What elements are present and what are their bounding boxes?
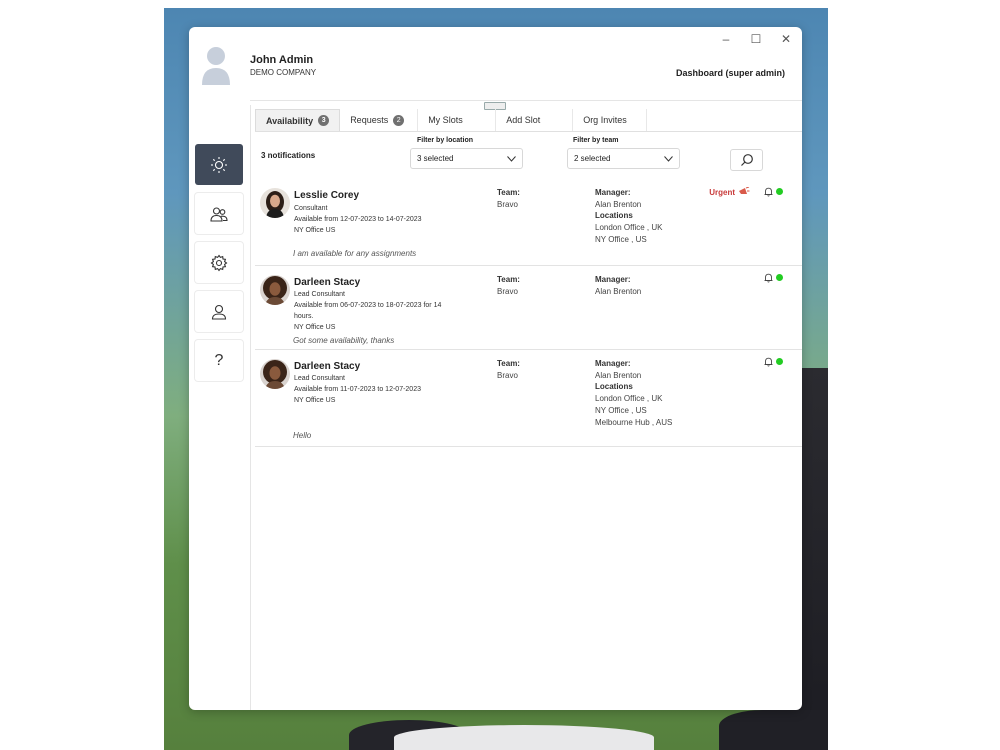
sun-icon [211, 156, 227, 173]
team-filter-dropdown[interactable]: 2 selected [567, 148, 680, 169]
location-filter-label: Filter by location [417, 137, 474, 144]
tab-label: Requests [350, 115, 389, 125]
tab-label: My Slots [428, 115, 463, 125]
search-button[interactable] [730, 149, 763, 171]
availability-range: hours. [294, 313, 314, 320]
availability-range: Available from 12-07-2023 to 14-07-2023 [294, 216, 422, 223]
close-button[interactable]: ✕ [778, 31, 794, 47]
chevron-down-icon [507, 155, 516, 162]
urgent-badge: Urgent [709, 187, 750, 197]
sidebar-item-users[interactable] [195, 193, 243, 234]
search-icon [740, 154, 753, 166]
person-name: Lesslie Corey [294, 190, 360, 201]
divider [255, 131, 802, 132]
location-item: NY Office , US [595, 235, 647, 244]
sidebar-item-settings[interactable] [195, 242, 243, 283]
tab-bar: Availability 3 Requests 2 My Slots Add S… [255, 109, 648, 131]
tab-label: Add Slot [506, 115, 541, 125]
sidebar: ? [195, 144, 243, 389]
window-controls: – ☐ ✕ [718, 31, 794, 47]
tab-requests[interactable]: Requests 2 [340, 109, 419, 131]
status-indicator [776, 188, 783, 195]
notifications-count: 3 notifications [261, 151, 316, 160]
manager-value: Alan Brenton [595, 287, 642, 296]
manager-label: Manager: [595, 275, 631, 284]
avatar [260, 188, 290, 218]
status-indicator [776, 358, 783, 365]
wallpaper-shape [719, 710, 828, 750]
gear-icon [210, 254, 228, 271]
team-filter-label: Filter by team [573, 137, 619, 144]
list-item[interactable]: Darleen Stacy Lead Consultant Available … [255, 266, 802, 350]
company-name: DEMO COMPANY [250, 68, 317, 77]
page-title: Dashboard (super admin) [675, 68, 785, 78]
locations-label: Locations [595, 382, 633, 391]
availability-note: Got some availability, thanks [293, 336, 395, 345]
bell-icon[interactable] [764, 357, 773, 367]
manager-label: Manager: [595, 188, 631, 197]
app-window: – ☐ ✕ John Admin DEMO COMPANY Dashboard … [189, 27, 802, 710]
sidebar-item-profile[interactable] [195, 291, 243, 332]
urgent-label: Urgent [709, 187, 735, 197]
divider [250, 100, 802, 101]
sidebar-item-help[interactable]: ? [195, 340, 243, 381]
manager-value: Alan Brenton [595, 200, 642, 209]
avatar [260, 275, 290, 305]
tab-availability[interactable]: Availability 3 [255, 109, 341, 131]
count-badge: 3 [318, 115, 330, 126]
office: NY Office US [294, 397, 336, 404]
availability-note: I am available for any assignments [293, 249, 417, 258]
tab-my-slots[interactable]: My Slots [418, 109, 497, 131]
team-value: Bravo [497, 200, 518, 209]
help-icon: ? [214, 351, 224, 369]
wallpaper-shape [394, 725, 654, 750]
maximize-button[interactable]: ☐ [748, 31, 764, 47]
office: NY Office US [294, 227, 336, 234]
manager-value: Alan Brenton [595, 371, 642, 380]
person-name: Darleen Stacy [294, 277, 361, 288]
bell-icon[interactable] [764, 187, 773, 197]
availability-range: Available from 06-07-2023 to 18-07-2023 … [294, 302, 442, 309]
office: NY Office US [294, 324, 336, 331]
status-indicator [776, 274, 783, 281]
team-value: Bravo [497, 287, 518, 296]
location-item: NY Office , US [595, 406, 647, 415]
manager-label: Manager: [595, 359, 631, 368]
location-item: London Office , UK [595, 223, 663, 232]
megaphone-icon [739, 187, 750, 194]
count-badge: 2 [393, 114, 405, 126]
person-title: Consultant [294, 205, 328, 212]
avatar [260, 359, 290, 389]
tab-label: Availability [266, 115, 314, 126]
availability-note: Hello [293, 431, 312, 440]
location-item: Melbourne Hub , AUS [595, 418, 673, 427]
location-item: London Office , UK [595, 394, 663, 403]
user-icon [211, 304, 227, 320]
team-value: Bravo [497, 371, 518, 380]
sidebar-item-availability[interactable] [195, 144, 243, 185]
person-name: Darleen Stacy [294, 361, 361, 372]
users-icon [210, 206, 228, 222]
person-title: Lead Consultant [294, 291, 345, 298]
minimize-button[interactable]: – [718, 31, 734, 47]
person-title: Lead Consultant [294, 375, 345, 382]
team-label: Team: [497, 359, 520, 368]
location-filter-value: 3 selected [417, 154, 454, 163]
location-filter-dropdown[interactable]: 3 selected [410, 148, 523, 169]
team-label: Team: [497, 275, 520, 284]
availability-range: Available from 11-07-2023 to 12-07-2023 [294, 386, 421, 393]
divider [250, 105, 251, 710]
tab-add-slot[interactable]: Add Slot [496, 109, 574, 131]
locations-label: Locations [595, 211, 633, 220]
bell-icon[interactable] [764, 273, 773, 283]
chevron-down-icon [664, 155, 673, 162]
team-filter-value: 2 selected [574, 154, 611, 163]
tab-label: Org Invites [583, 115, 627, 125]
list-item[interactable]: Darleen Stacy Lead Consultant Available … [255, 350, 802, 447]
team-label: Team: [497, 188, 520, 197]
tab-org-invites[interactable]: Org Invites [573, 109, 648, 131]
list-item[interactable]: Lesslie Corey Consultant Available from … [255, 178, 802, 266]
user-name: John Admin [250, 54, 314, 66]
avatar[interactable] [201, 45, 231, 85]
